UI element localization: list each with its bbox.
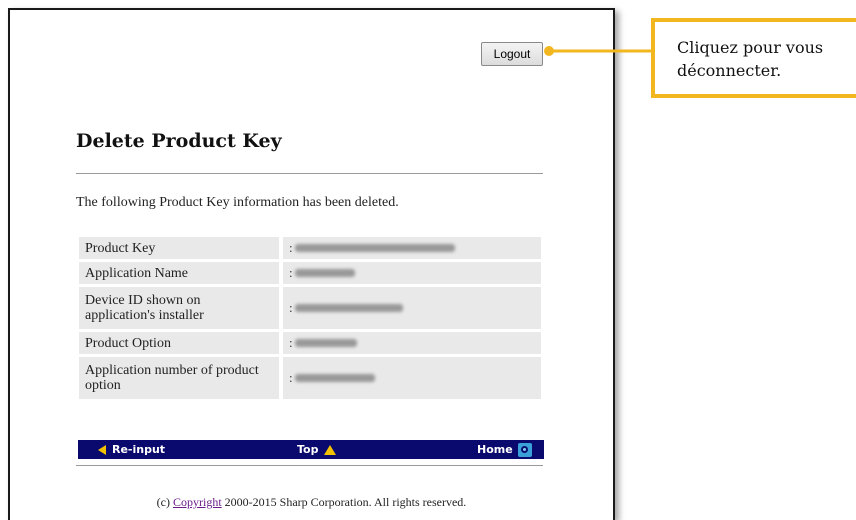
redacted-value bbox=[294, 269, 355, 277]
footer-copyright: (c) Copyright 2000-2015 Sharp Corporatio… bbox=[156, 495, 467, 509]
row-value: : bbox=[283, 332, 541, 354]
bottom-nav-bar: Re-input Top Home bbox=[78, 440, 544, 459]
table-row: Product Key : bbox=[79, 237, 541, 259]
product-key-info-table: Product Key : Application Name : Device … bbox=[79, 237, 541, 402]
table-row: Application Name : bbox=[79, 262, 541, 284]
table-row: Device ID shown on application's install… bbox=[79, 287, 541, 329]
row-value: : bbox=[283, 237, 541, 259]
home-link[interactable]: Home bbox=[477, 440, 532, 459]
row-label: Product Option bbox=[79, 332, 279, 354]
top-link[interactable]: Top bbox=[297, 440, 337, 459]
row-value: : bbox=[283, 262, 541, 284]
footer-divider bbox=[76, 465, 543, 466]
row-value: : bbox=[283, 287, 541, 329]
row-label: Application Name bbox=[79, 262, 279, 284]
table-row: Application number of product option : bbox=[79, 357, 541, 399]
row-value: : bbox=[283, 357, 541, 399]
row-label: Product Key bbox=[79, 237, 279, 259]
logout-button[interactable]: Logout bbox=[481, 42, 543, 66]
row-label: Application number of product option bbox=[79, 357, 279, 399]
row-label: Device ID shown on application's install… bbox=[79, 287, 279, 329]
redacted-value bbox=[294, 339, 357, 347]
callout-connector bbox=[544, 46, 651, 56]
callout-text: Cliquez pour vous déconnecter. bbox=[677, 38, 824, 80]
arrow-left-icon bbox=[98, 444, 106, 455]
redacted-value bbox=[294, 374, 375, 382]
browser-page: Logout Delete Product Key The following … bbox=[8, 8, 615, 520]
home-icon bbox=[517, 442, 532, 457]
reinput-link[interactable]: Re-input bbox=[98, 440, 165, 459]
redacted-value bbox=[294, 244, 455, 252]
redacted-value bbox=[294, 304, 403, 312]
arrow-up-icon bbox=[324, 444, 337, 455]
table-row: Product Option : bbox=[79, 332, 541, 354]
page-title: Delete Product Key bbox=[76, 130, 282, 152]
title-divider bbox=[76, 173, 543, 174]
logout-callout: Cliquez pour vous déconnecter. bbox=[651, 18, 856, 98]
deletion-message: The following Product Key information ha… bbox=[76, 195, 399, 210]
